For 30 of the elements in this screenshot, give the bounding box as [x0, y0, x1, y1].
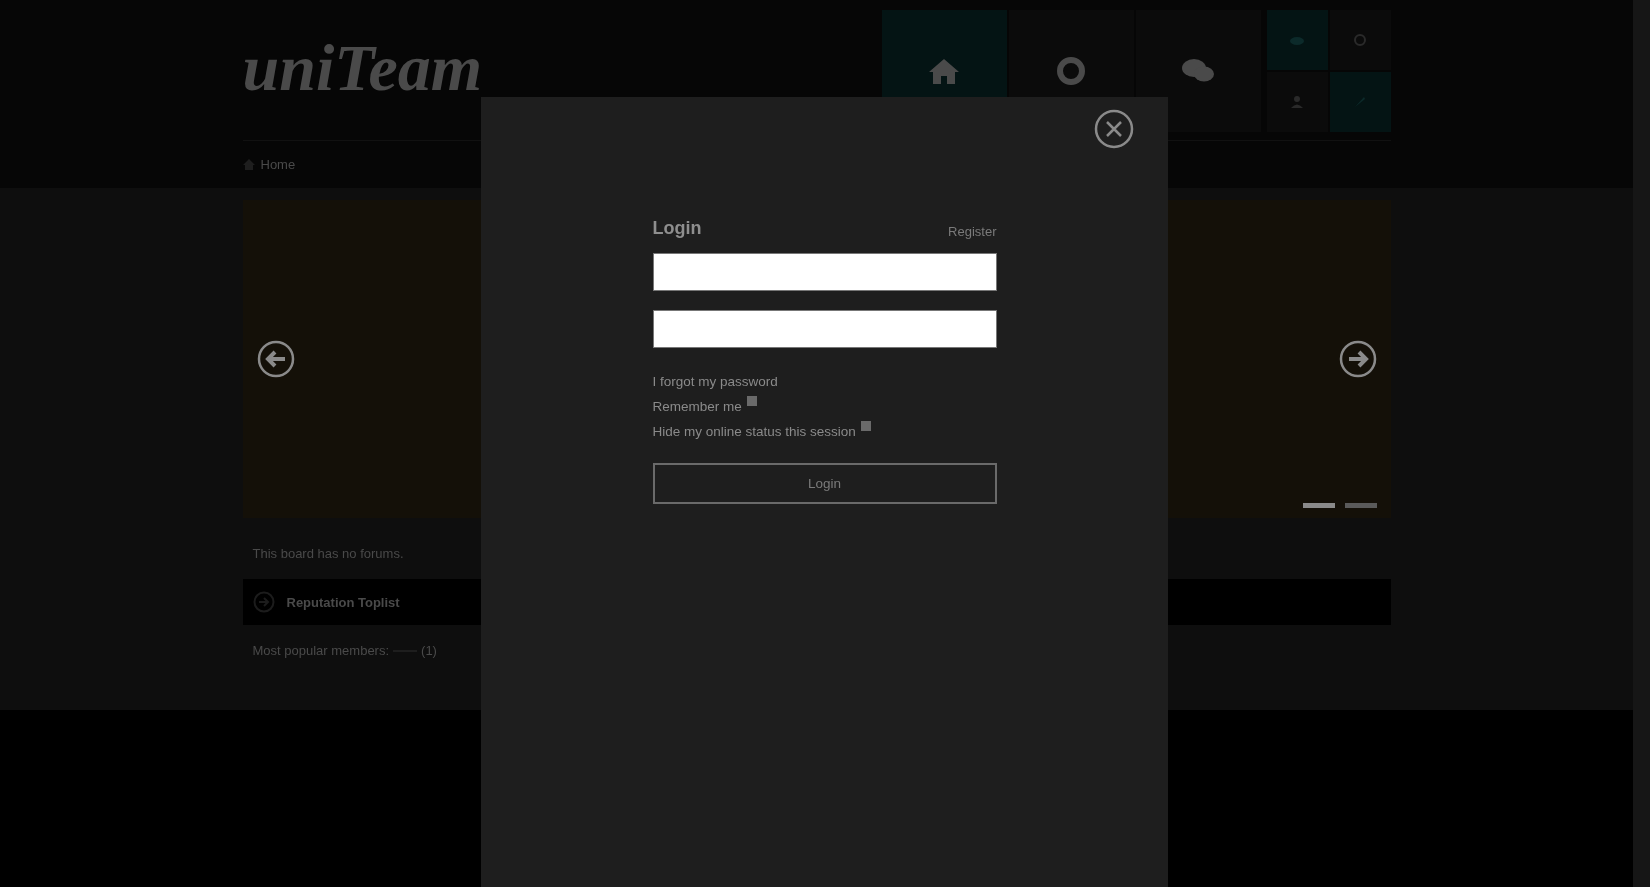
slide-indicator[interactable] [1344, 503, 1377, 508]
home-icon [928, 57, 960, 85]
password-field[interactable] [652, 310, 997, 348]
site-logo[interactable]: uniTeam [242, 28, 483, 108]
section-title: Reputation Toplist [286, 594, 400, 610]
forgot-password-link[interactable]: I forgot my password [652, 374, 778, 389]
close-icon[interactable] [1094, 109, 1134, 149]
lifebuoy-icon [1056, 56, 1086, 86]
breadcrumb-link[interactable]: Home [260, 156, 296, 172]
cloud-tile[interactable] [1266, 10, 1328, 70]
option-label: Remember me [652, 399, 742, 414]
username-field[interactable] [652, 253, 997, 291]
checkbox[interactable] [860, 421, 871, 431]
user-icon [1290, 95, 1304, 109]
home-icon [242, 158, 255, 170]
arrow-circle-icon [252, 591, 275, 613]
user-tile[interactable] [1266, 72, 1328, 132]
dialog-title: Login [652, 218, 702, 239]
members-label: Most popular members: [252, 643, 390, 658]
checkbox[interactable] [746, 396, 757, 406]
register-link[interactable]: Register [948, 224, 997, 239]
chat-tile[interactable] [1135, 10, 1261, 132]
slide-indicator[interactable] [1302, 503, 1335, 508]
option-label: Hide my online status this session [652, 424, 856, 439]
notice-text: This board has no forums. [252, 546, 405, 561]
login-button[interactable]: Login [652, 463, 997, 504]
power-icon [1353, 33, 1367, 47]
members-count: (1) [421, 643, 437, 658]
power-tile[interactable] [1329, 10, 1391, 70]
pen-tile[interactable] [1329, 72, 1391, 132]
